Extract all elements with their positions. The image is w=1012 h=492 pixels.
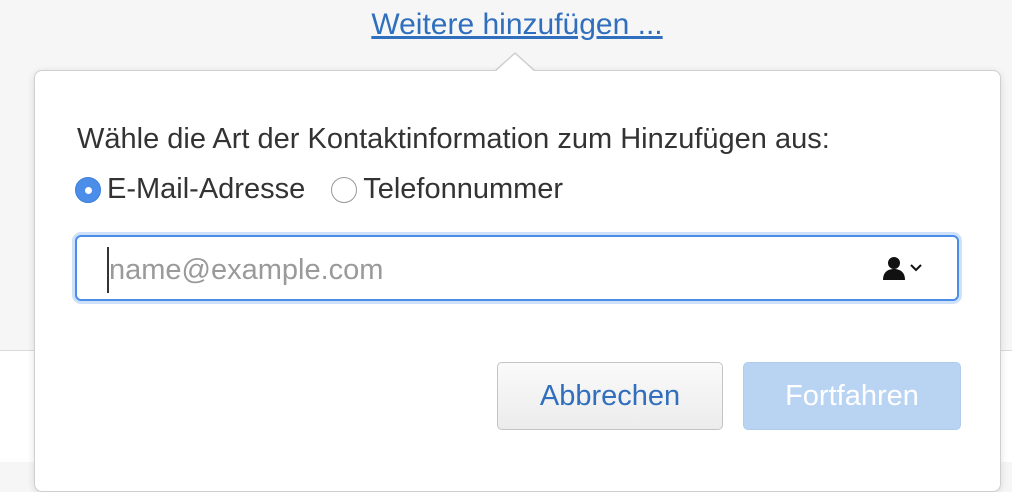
radio-phone[interactable] xyxy=(331,176,358,203)
add-contact-popover: Wähle die Art der Kontaktinformation zum… xyxy=(34,70,1001,492)
chevron-down-icon xyxy=(910,264,922,272)
radio-phone-label[interactable]: Telefonnummer xyxy=(363,173,563,206)
cancel-button[interactable]: Abbrechen xyxy=(497,362,723,430)
radio-email-label[interactable]: E-Mail-Adresse xyxy=(107,173,305,206)
contact-type-options: E-Mail-Adresse Telefonnummer xyxy=(75,173,589,206)
continue-button[interactable]: Fortfahren xyxy=(743,362,961,430)
radio-email[interactable] xyxy=(75,176,101,203)
person-icon xyxy=(883,257,905,280)
email-field-container xyxy=(75,235,959,301)
background-panel xyxy=(0,351,34,462)
email-field[interactable] xyxy=(107,247,851,293)
popover-arrow-fill xyxy=(495,54,535,72)
add-more-link[interactable]: Weitere hinzufügen ... xyxy=(0,8,1012,42)
dialog-prompt: Wähle die Art der Kontaktinformation zum… xyxy=(77,123,830,155)
contact-picker-button[interactable] xyxy=(881,255,923,281)
